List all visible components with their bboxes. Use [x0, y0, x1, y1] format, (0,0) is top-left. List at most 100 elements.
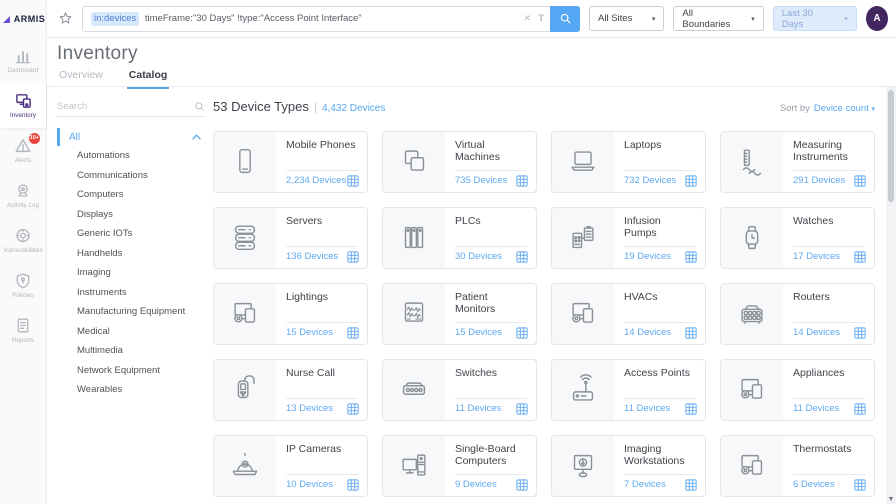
category-item-manufacturing-equipment[interactable]: Manufacturing Equipment	[57, 302, 205, 322]
devices-total-link[interactable]: 4,432 Devices	[322, 103, 385, 114]
table-view-icon[interactable]	[685, 403, 697, 415]
device-count-link[interactable]: 2,234 Devices	[286, 175, 346, 186]
device-type-card-mobile-phones[interactable]: Mobile Phones 2,234 Devices	[213, 131, 368, 193]
table-view-icon[interactable]	[854, 403, 866, 415]
sidebar-item-reports[interactable]: Reports	[0, 308, 46, 353]
category-item-imaging[interactable]: Imaging	[57, 263, 205, 283]
device-count-link[interactable]: 735 Devices	[455, 175, 507, 186]
category-item-displays[interactable]: Displays	[57, 205, 205, 225]
sites-dropdown[interactable]: All Sites ▾	[589, 6, 664, 31]
table-view-icon[interactable]	[347, 479, 359, 491]
device-type-card-infusion-pumps[interactable]: Infusion Pumps 19 Devices	[551, 207, 706, 269]
device-count-link[interactable]: 9 Devices	[455, 479, 497, 490]
category-item-multimedia[interactable]: Multimedia	[57, 341, 205, 361]
table-view-icon[interactable]	[516, 175, 528, 187]
device-type-card-hvacs[interactable]: HVACs 14 Devices	[551, 283, 706, 345]
device-count-link[interactable]: 13 Devices	[286, 403, 333, 414]
table-view-icon[interactable]	[347, 251, 359, 263]
table-view-icon[interactable]	[347, 327, 359, 339]
device-count-link[interactable]: 11 Devices	[624, 403, 670, 414]
device-type-card-laptops[interactable]: Laptops 732 Devices	[551, 131, 706, 193]
sidebar-item-alerts[interactable]: 10+ Alerts	[0, 128, 46, 173]
table-view-icon[interactable]	[854, 175, 866, 187]
sidebar-item-activity-log[interactable]: Activity Log	[0, 173, 46, 218]
device-type-card-nurse-call[interactable]: Nurse Call 13 Devices	[213, 359, 368, 421]
vertical-scrollbar[interactable]: ▼	[886, 87, 896, 504]
device-type-card-access-points[interactable]: Access Points 11 Devices	[551, 359, 706, 421]
device-type-card-measuring-instruments[interactable]: Measuring Instruments 291 Devices	[720, 131, 875, 193]
table-view-icon[interactable]	[516, 479, 528, 491]
table-view-icon[interactable]	[685, 327, 697, 339]
table-view-icon[interactable]	[516, 251, 528, 263]
category-item-network-equipment[interactable]: Network Equipment	[57, 361, 205, 381]
category-item-handhelds[interactable]: Handhelds	[57, 244, 205, 264]
device-type-card-routers[interactable]: Routers 14 Devices	[720, 283, 875, 345]
device-type-card-switches[interactable]: Switches 11 Devices	[382, 359, 537, 421]
device-type-card-patient-monitors[interactable]: Patient Monitors 15 Devices	[382, 283, 537, 345]
boundaries-dropdown[interactable]: All Boundaries ▾	[673, 6, 763, 31]
category-item-all[interactable]: All	[57, 128, 205, 146]
device-type-card-virtual-machines[interactable]: Virtual Machines 735 Devices	[382, 131, 537, 193]
search-input[interactable]: in:devices timeFrame:"30 Days" !type:"Ac…	[82, 6, 580, 32]
device-count-link[interactable]: 732 Devices	[624, 175, 676, 186]
device-type-card-servers[interactable]: Servers 136 Devices	[213, 207, 368, 269]
device-type-card-thermostats[interactable]: Thermostats 6 Devices	[720, 435, 875, 497]
table-view-icon[interactable]	[854, 327, 866, 339]
scroll-down-arrow-icon[interactable]: ▼	[886, 496, 896, 503]
category-item-generic-iots[interactable]: Generic IOTs	[57, 224, 205, 244]
category-item-computers[interactable]: Computers	[57, 185, 205, 205]
table-view-icon[interactable]	[854, 251, 866, 263]
category-search-input[interactable]	[57, 101, 205, 112]
text-mode-icon[interactable]: T	[538, 13, 544, 24]
device-count-link[interactable]: 11 Devices	[455, 403, 501, 414]
device-count-link[interactable]: 7 Devices	[624, 479, 666, 490]
scrollbar-thumb[interactable]	[888, 90, 894, 202]
table-view-icon[interactable]	[516, 327, 528, 339]
table-view-icon[interactable]	[685, 479, 697, 491]
device-type-card-lightings[interactable]: Lightings 15 Devices	[213, 283, 368, 345]
search-button[interactable]	[550, 6, 580, 32]
timeframe-dropdown[interactable]: Last 30 Days ▾	[773, 6, 857, 31]
table-view-icon[interactable]	[347, 175, 359, 187]
category-item-medical[interactable]: Medical	[57, 322, 205, 342]
favorite-star-icon[interactable]	[58, 11, 73, 26]
table-view-icon[interactable]	[854, 479, 866, 491]
sort-value-dropdown[interactable]: Device count ▾	[814, 103, 875, 114]
device-count-link[interactable]: 14 Devices	[793, 327, 840, 338]
device-count-link[interactable]: 30 Devices	[455, 251, 502, 262]
device-count-link[interactable]: 15 Devices	[455, 327, 502, 338]
table-view-icon[interactable]	[685, 175, 697, 187]
sidebar-item-policies[interactable]: Policies	[0, 263, 46, 308]
category-item-automations[interactable]: Automations	[57, 146, 205, 166]
search-token[interactable]: in:devices	[91, 12, 139, 26]
search-query-text[interactable]: timeFrame:"30 Days" !type:"Access Point …	[142, 13, 361, 24]
user-avatar[interactable]: A	[866, 6, 888, 31]
clear-search-icon[interactable]: ✕	[523, 13, 531, 24]
device-type-card-single-board-computers[interactable]: Single-Board Computers 9 Devices	[382, 435, 537, 497]
device-count-link[interactable]: 19 Devices	[624, 251, 671, 262]
device-count-link[interactable]: 10 Devices	[286, 479, 333, 490]
device-type-card-ip-cameras[interactable]: IP Cameras 10 Devices	[213, 435, 368, 497]
device-type-card-appliances[interactable]: Appliances 11 Devices	[720, 359, 875, 421]
category-item-wearables[interactable]: Wearables	[57, 380, 205, 400]
table-view-icon[interactable]	[516, 403, 528, 415]
device-count-link[interactable]: 6 Devices	[793, 479, 835, 490]
category-item-communications[interactable]: Communications	[57, 166, 205, 186]
device-count-link[interactable]: 15 Devices	[286, 327, 333, 338]
device-count-link[interactable]: 11 Devices	[793, 403, 839, 414]
category-item-instruments[interactable]: Instruments	[57, 283, 205, 303]
table-view-icon[interactable]	[685, 251, 697, 263]
sidebar-item-vulnerabilities[interactable]: Vulnerabilities	[0, 218, 46, 263]
device-type-card-plcs[interactable]: PLCs 30 Devices	[382, 207, 537, 269]
device-type-card-watches[interactable]: Watches 17 Devices	[720, 207, 875, 269]
sidebar-item-inventory[interactable]: Inventory	[0, 83, 46, 128]
device-count-link[interactable]: 291 Devices	[793, 175, 845, 186]
category-search[interactable]	[57, 97, 205, 117]
sidebar-item-dashboard[interactable]: Dashboard	[0, 38, 46, 83]
armis-logo[interactable]: ARMIS	[0, 0, 46, 38]
device-count-link[interactable]: 14 Devices	[624, 327, 671, 338]
device-type-card-imaging-workstations[interactable]: Imaging Workstations 7 Devices	[551, 435, 706, 497]
table-view-icon[interactable]	[347, 403, 359, 415]
device-count-link[interactable]: 136 Devices	[286, 251, 338, 262]
device-count-link[interactable]: 17 Devices	[793, 251, 840, 262]
